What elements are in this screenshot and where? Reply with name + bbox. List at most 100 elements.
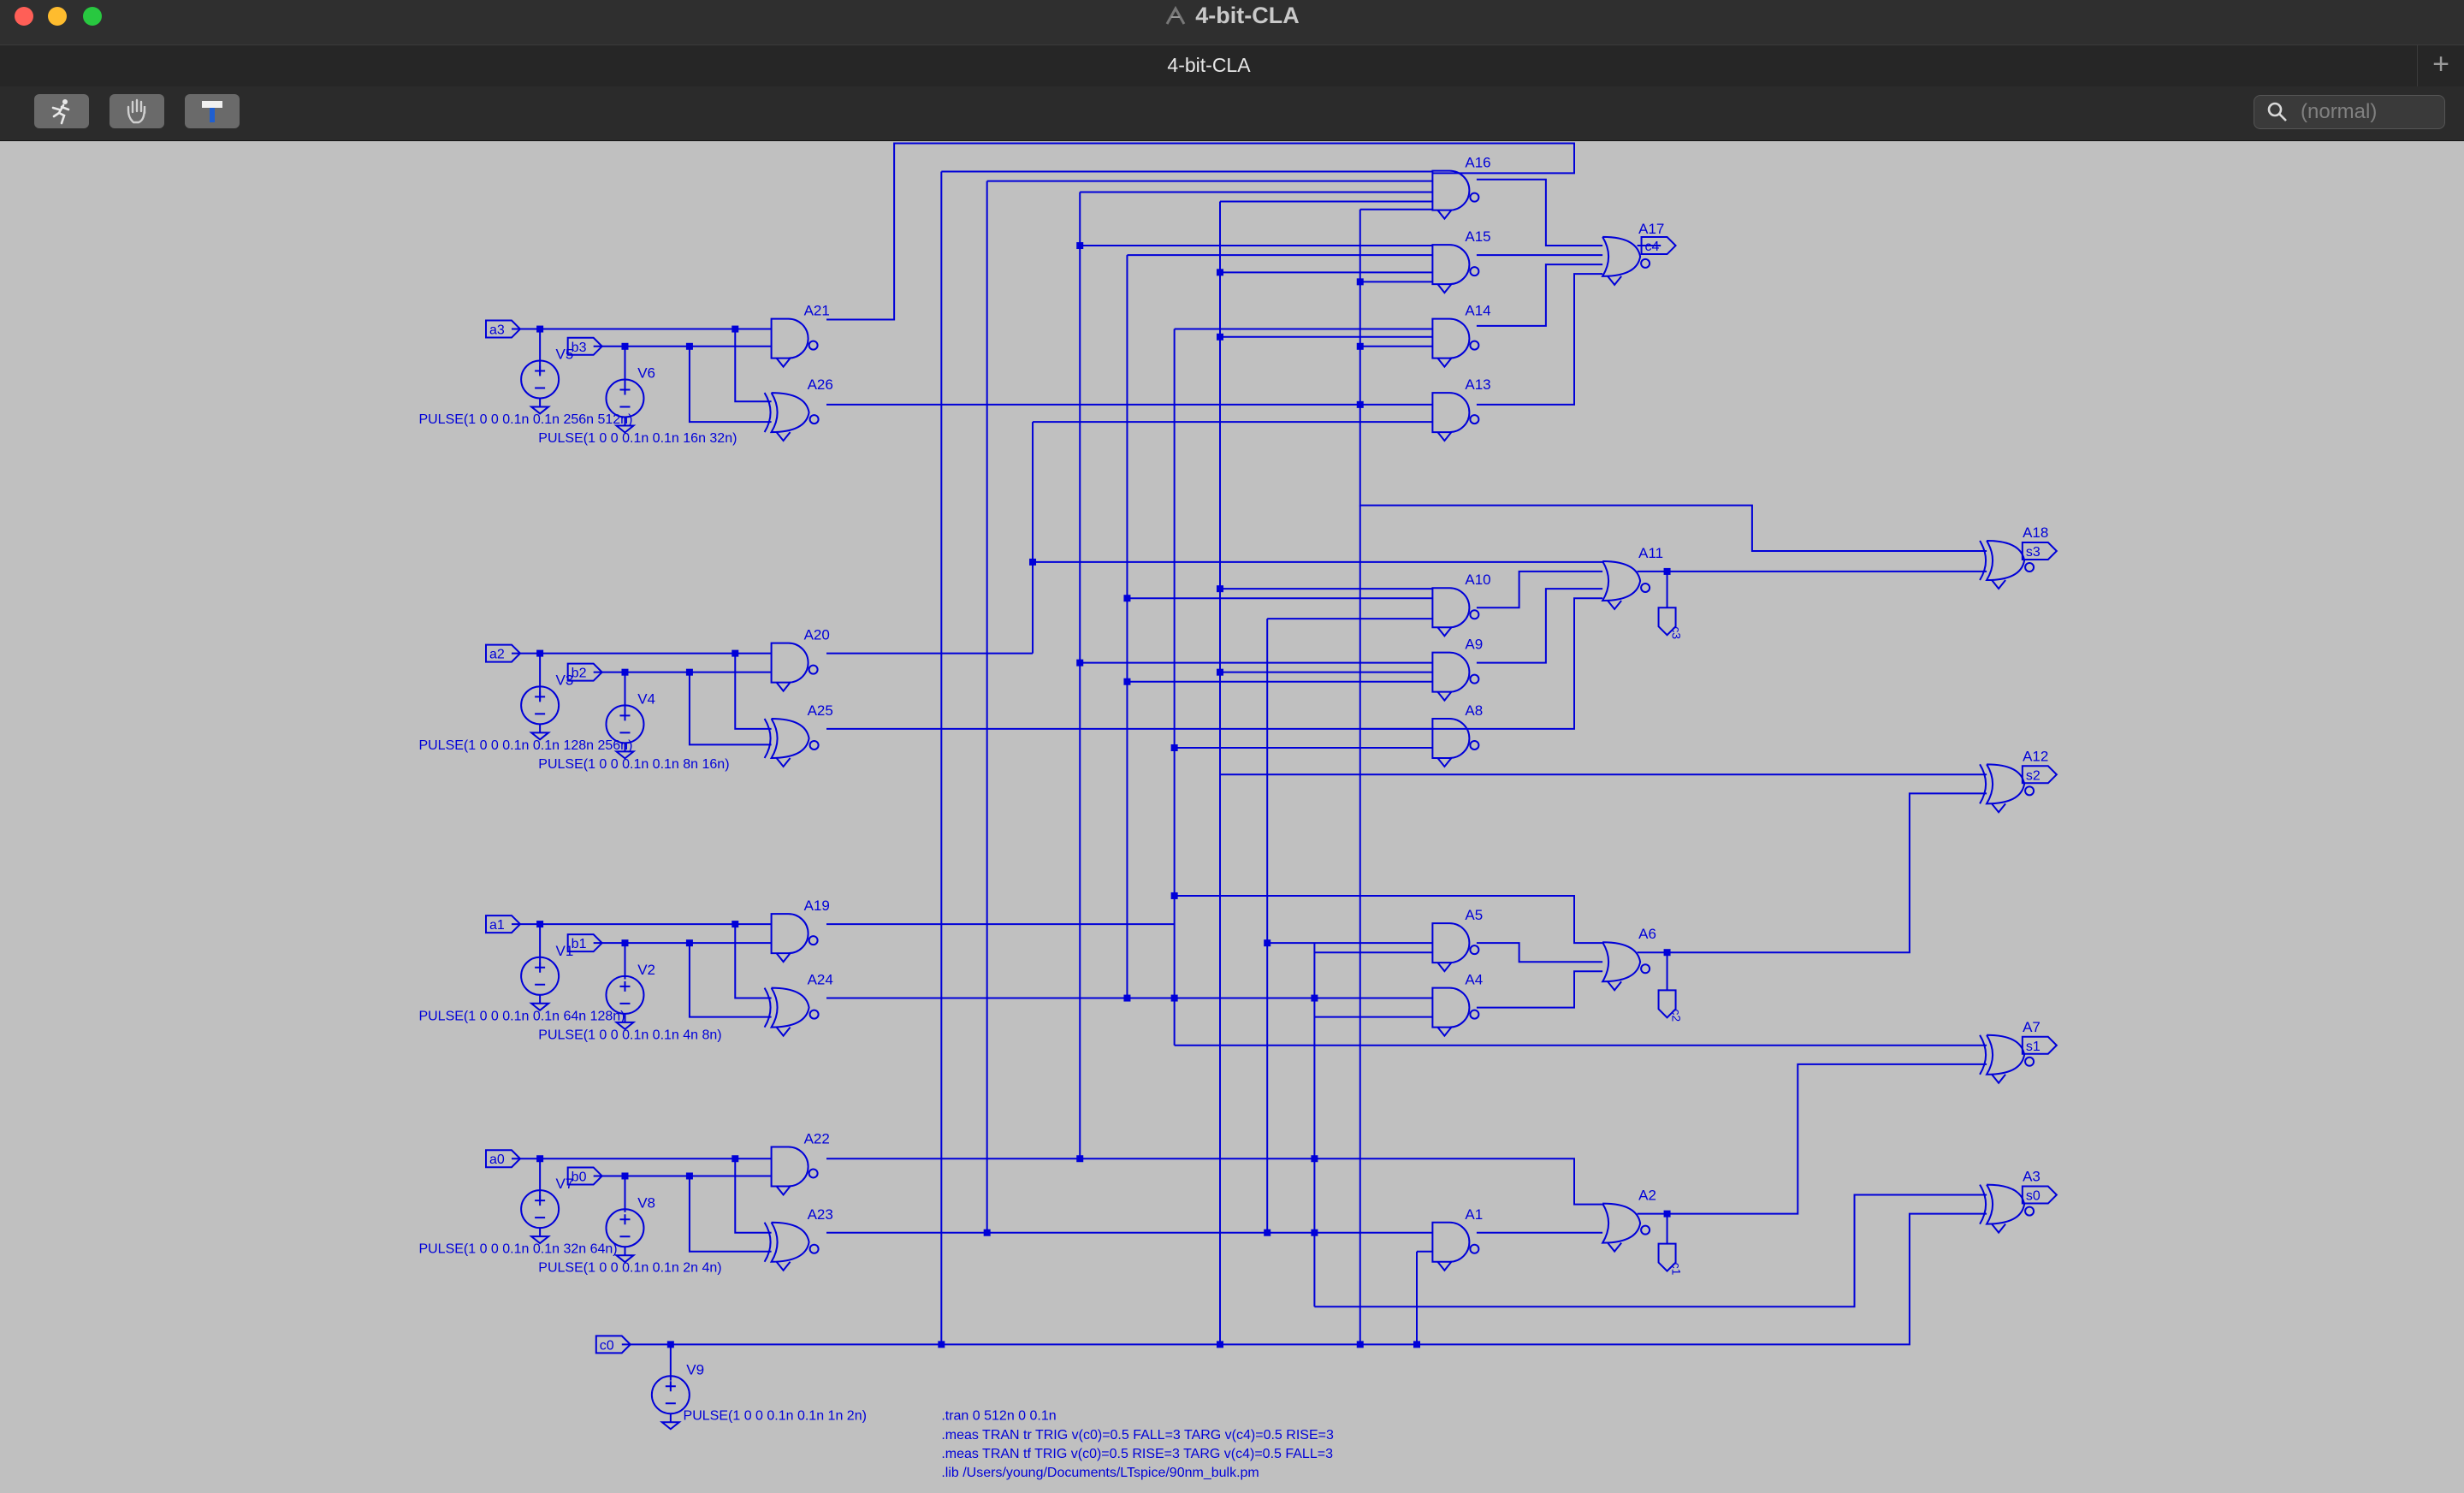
search-input[interactable]: [2299, 99, 2439, 125]
ground-tick: [1436, 283, 1453, 294]
gate-a19: A19: [770, 898, 830, 963]
gate-label: A12: [2023, 748, 2048, 764]
gate-body: [1431, 651, 1471, 693]
tab-4-bit-cla[interactable]: 4-bit-CLA: [0, 45, 2418, 86]
probe-button[interactable]: [185, 94, 240, 128]
spice-directive: .meas TRAN tf TRIG v(c0)=0.5 RISE=3 TARG…: [941, 1447, 1333, 1461]
ground-tick: [1607, 981, 1622, 992]
flag-label: s3: [2026, 545, 2040, 560]
gate-label: A23: [808, 1206, 833, 1223]
ground-icon: [529, 724, 551, 741]
gate-a21: A21: [770, 303, 830, 369]
flag-label: a1: [489, 918, 505, 933]
source-name: V8: [637, 1194, 655, 1211]
wire: [688, 346, 772, 424]
schematic-canvas[interactable]: A16 A15 A14 A13 A17 A21 A26 A11 A10 A9 A8 A20 A25 A18…: [0, 141, 2464, 1489]
plus-icon: +: [2432, 48, 2449, 80]
inverted-output: [808, 1243, 820, 1254]
gate-body: [769, 392, 810, 434]
wire: [1476, 970, 1603, 1009]
net-flag-s1: s1: [2021, 1035, 2058, 1055]
gate-a2: A2: [1601, 1188, 1656, 1253]
wire: [1667, 792, 1987, 954]
flag-label: a0: [489, 1152, 505, 1167]
gate-a15: A15: [1431, 228, 1491, 294]
ground-icon: [613, 1247, 637, 1264]
flag-label: s2: [2026, 768, 2040, 783]
inverted-output: [1469, 945, 1480, 956]
net-flag-c3: c3: [1657, 607, 1684, 639]
gate-a26: A26: [763, 376, 833, 442]
gate-body: [1431, 922, 1471, 964]
junction: [1356, 342, 1364, 350]
gate-label: A3: [2023, 1169, 2040, 1185]
gate-body: [1431, 244, 1471, 286]
halt-button[interactable]: [110, 94, 164, 128]
inverted-output: [2024, 1206, 2035, 1217]
ground-tick: [1436, 691, 1453, 702]
flag-label: c1: [1670, 1263, 1684, 1276]
ground-tick: [775, 1185, 791, 1197]
flag-label: c0: [600, 1338, 614, 1353]
inverted-output: [1640, 258, 1651, 269]
flag-label: b3: [572, 341, 587, 355]
gate-label: A20: [804, 627, 830, 643]
junction: [536, 921, 544, 928]
ground-tick: [1607, 275, 1622, 287]
voltage-source-v1: V1: [520, 943, 574, 1012]
ground-tick: [1436, 210, 1453, 221]
schematic-svg[interactable]: A16 A15 A14 A13 A17 A21 A26 A11 A10 A9 A8 A20 A25 A18…: [0, 141, 2464, 1489]
flag-label: c4: [1645, 240, 1660, 254]
toolbar: [0, 86, 2464, 141]
gate-a13: A13: [1431, 376, 1491, 442]
wire: [688, 943, 772, 1018]
hand-icon: [127, 98, 146, 124]
ground-tick: [1436, 1026, 1453, 1038]
gate-body: [1431, 169, 1471, 211]
plus-minus-icon: [619, 1214, 631, 1238]
junction: [1076, 242, 1084, 250]
tab-label: 4-bit-CLA: [1167, 54, 1251, 76]
wire: [1314, 1194, 1987, 1308]
source-name: V2: [637, 962, 655, 978]
pulse-spec: PULSE(1 0 0 0.1n 0.1n 1n 2n): [684, 1409, 867, 1424]
junction: [1413, 1341, 1420, 1348]
gate-label: A11: [1638, 545, 1663, 561]
net-flag-c2: c2: [1657, 989, 1684, 1022]
gate-label: A1: [1465, 1206, 1483, 1223]
gate-label: A22: [804, 1130, 830, 1146]
plus-minus-icon: [665, 1381, 676, 1405]
gate-body: [769, 717, 810, 759]
gate-label: A16: [1465, 155, 1490, 171]
spice-directive: .tran 0 512n 0 0.1n: [941, 1409, 1056, 1424]
source-name: V1: [556, 943, 574, 959]
run-button[interactable]: [34, 94, 89, 128]
new-tab-button[interactable]: +: [2417, 45, 2464, 86]
spice-directive: .lib /Users/young/Documents/LTspice/90nm…: [941, 1466, 1259, 1480]
net-flag-s0: s0: [2021, 1185, 2058, 1205]
ground-icon: [529, 994, 551, 1012]
flag-label: a2: [489, 648, 505, 662]
junction: [685, 1172, 693, 1180]
gate-label: A14: [1465, 303, 1490, 319]
ground-icon: [529, 398, 551, 415]
junction: [1123, 994, 1131, 1002]
inverted-output: [1469, 414, 1480, 425]
junction: [1076, 1155, 1084, 1163]
source-name: V9: [686, 1361, 704, 1377]
gate-body: [1431, 717, 1471, 759]
gate-body: [1985, 540, 2026, 582]
inverted-output: [1469, 192, 1480, 203]
source-name: V7: [556, 1176, 574, 1192]
gate-body: [770, 642, 809, 684]
junction: [1123, 678, 1131, 685]
xor-arc: [763, 392, 772, 433]
wire: [734, 653, 772, 730]
gate-a9: A9: [1431, 637, 1483, 702]
search-box: [2254, 95, 2445, 129]
junction: [732, 1155, 739, 1163]
junction: [1264, 1229, 1271, 1236]
gate-a16: A16: [1431, 155, 1491, 221]
ground-tick: [1436, 1261, 1453, 1272]
inverted-output: [1469, 739, 1480, 750]
